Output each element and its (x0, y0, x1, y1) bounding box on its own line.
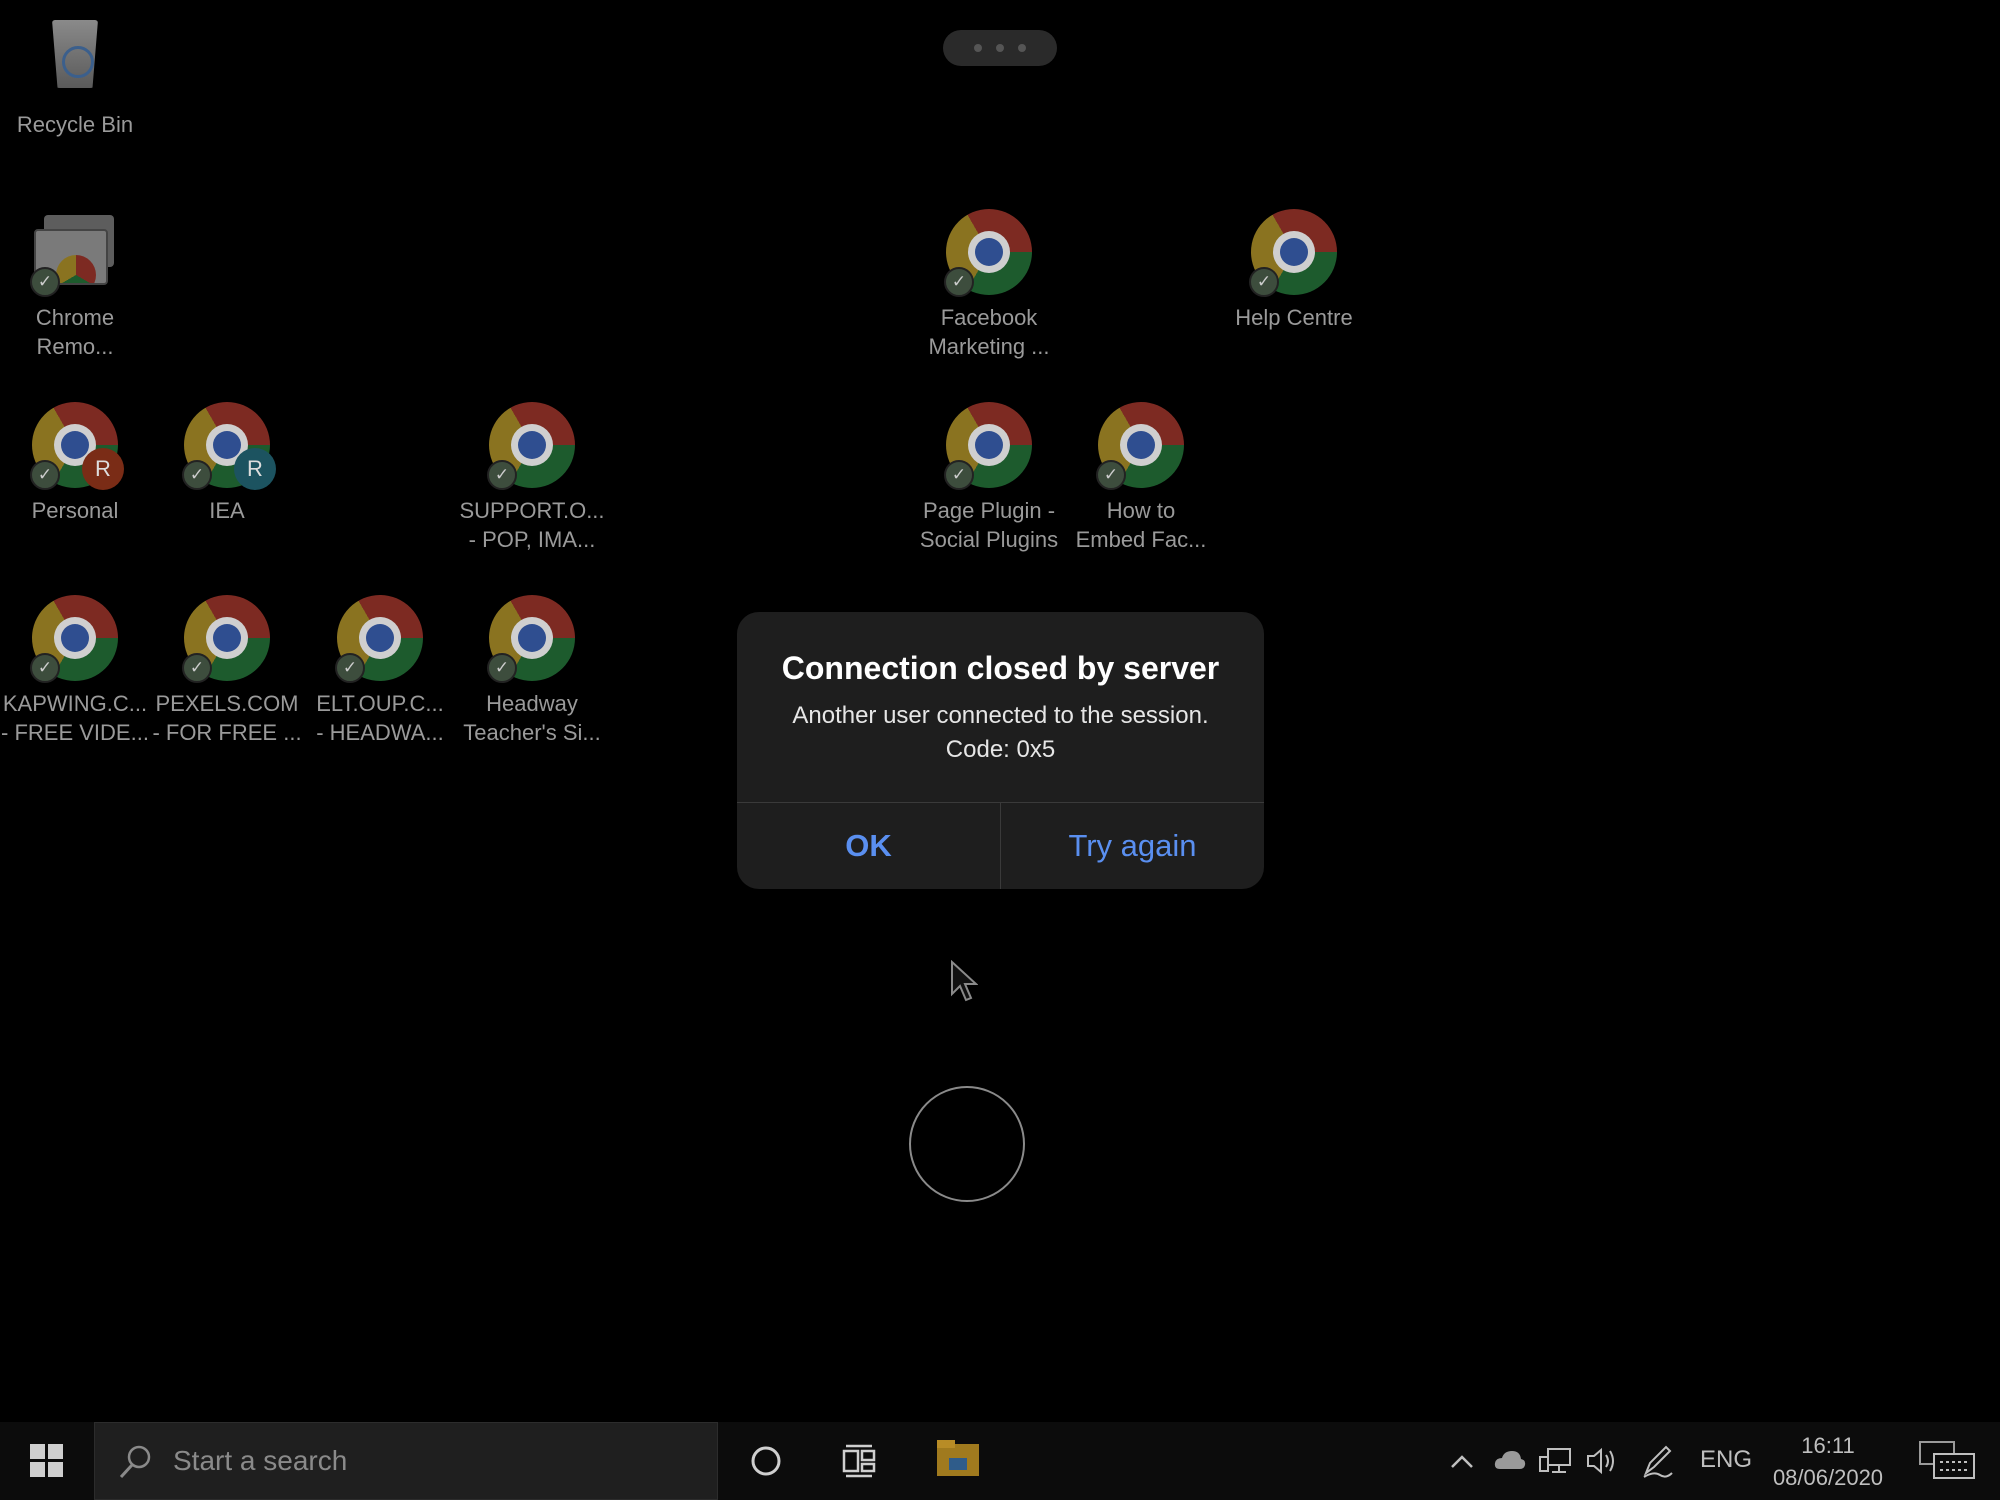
chrome-icon: ✓ (335, 593, 425, 683)
desktop-icon-label: PEXELS.COM - FOR FREE ... (152, 691, 302, 745)
desktop-icon-pexels[interactable]: ✓ PEXELS.COM - FOR FREE ... (152, 593, 302, 747)
desktop-icon-iea[interactable]: ✓ R IEA (152, 400, 302, 525)
desktop-icon-support-oup[interactable]: ✓ SUPPORT.O... - POP, IMA... (457, 400, 607, 554)
sync-check-icon: ✓ (182, 653, 212, 683)
pen-workspace-icon[interactable] (1640, 1439, 1676, 1483)
sync-check-icon: ✓ (944, 267, 974, 297)
sync-check-icon: ✓ (30, 460, 60, 490)
desktop-icon-label: KAPWING.C... - FREE VIDE... (1, 691, 149, 745)
desktop-icon-label: Recycle Bin (16, 112, 134, 137)
network-icon[interactable] (1538, 1439, 1574, 1483)
handle-dot (1018, 44, 1026, 52)
search-box[interactable]: Start a search (94, 1422, 718, 1500)
search-placeholder: Start a search (173, 1445, 348, 1476)
desktop-icon-headway[interactable]: ✓ Headway Teacher's Si... (457, 593, 607, 747)
sync-check-icon: ✓ (1096, 460, 1126, 490)
desktop-icon-label: SUPPORT.O... - POP, IMA... (459, 498, 605, 552)
desktop-icon-chrome-remote[interactable]: ✓ Chrome Remo... (0, 207, 150, 361)
volume-icon[interactable] (1584, 1439, 1620, 1483)
clock-date: 08/06/2020 (1772, 1465, 1884, 1490)
chrome-icon: ✓ (944, 207, 1034, 297)
profile-badge: R (234, 448, 276, 490)
sync-check-icon: ✓ (335, 653, 365, 683)
desktop-icon-label: Chrome Remo... (35, 305, 115, 359)
chrome-icon: ✓ (944, 400, 1034, 490)
session-toolbar-handle[interactable] (943, 30, 1057, 66)
chrome-icon: ✓ (1249, 207, 1339, 297)
desktop-icon-label: Personal (31, 498, 119, 523)
sync-check-icon: ✓ (944, 460, 974, 490)
desktop-icon-label: Facebook Marketing ... (928, 305, 1050, 359)
clock[interactable]: 16:11 08/06/2020 (1770, 1430, 1886, 1494)
chrome-remote-desktop-icon: ✓ (30, 207, 120, 297)
handle-dot (996, 44, 1004, 52)
touch-keyboard-icon[interactable] (1918, 1434, 1978, 1484)
start-button[interactable] (20, 1436, 76, 1486)
desktop-icon-elt-oup[interactable]: ✓ ELT.OUP.C... - HEADWA... (305, 593, 455, 747)
chrome-icon: ✓ (487, 593, 577, 683)
file-explorer-icon[interactable] (935, 1436, 981, 1482)
desktop-icon-page-plugin[interactable]: ✓ Page Plugin - Social Plugins (914, 400, 1064, 554)
desktop-icon-recycle-bin[interactable]: Recycle Bin (0, 14, 150, 139)
chrome-profile-icon: ✓ R (182, 400, 276, 490)
sync-check-icon: ✓ (182, 460, 212, 490)
chrome-icon: ✓ (182, 593, 272, 683)
sync-check-icon: ✓ (30, 653, 60, 683)
desktop-icon-help-centre[interactable]: ✓ Help Centre (1219, 207, 1369, 332)
desktop-icon-facebook-marketing[interactable]: ✓ Facebook Marketing ... (914, 207, 1064, 361)
cortana-icon[interactable] (746, 1439, 786, 1483)
sync-check-icon: ✓ (1249, 267, 1279, 297)
chrome-profile-icon: ✓ R (30, 400, 124, 490)
dialog-message: Another user connected to the session. C… (792, 702, 1209, 763)
touch-indicator-circle (909, 1086, 1025, 1202)
onedrive-cloud-icon[interactable] (1492, 1439, 1528, 1483)
chevron-up-icon[interactable] (1448, 1439, 1476, 1483)
search-icon (119, 1445, 151, 1479)
profile-badge: R (82, 448, 124, 490)
desktop-icon-kapwing[interactable]: ✓ KAPWING.C... - FREE VIDE... (0, 593, 150, 747)
taskbar: Start a search ENG 16:11 08/06/2020 (0, 1422, 2000, 1500)
language-indicator[interactable]: ENG (1700, 1446, 1752, 1474)
mouse-pointer-icon (951, 960, 978, 1002)
recycle-bin-icon (30, 14, 120, 104)
sync-check-icon: ✓ (30, 267, 60, 297)
handle-dot (974, 44, 982, 52)
chrome-icon: ✓ (30, 593, 120, 683)
desktop-icon-label: How to Embed Fac... (1075, 498, 1207, 552)
try-again-button[interactable]: Try again (1001, 803, 1264, 889)
dialog-title: Connection closed by server (781, 650, 1220, 686)
windows-logo-icon (30, 1444, 45, 1459)
chrome-icon: ✓ (487, 400, 577, 490)
sync-check-icon: ✓ (487, 653, 517, 683)
chrome-icon: ✓ (1096, 400, 1186, 490)
desktop-icon-personal[interactable]: ✓ R Personal (0, 400, 150, 525)
desktop-icon-label: Headway Teacher's Si... (463, 691, 601, 745)
clock-time: 16:11 (1801, 1433, 1855, 1458)
desktop-icon-how-to-embed[interactable]: ✓ How to Embed Fac... (1066, 400, 1216, 554)
connection-closed-dialog: Connection closed by server Another user… (737, 612, 1264, 889)
sync-check-icon: ✓ (487, 460, 517, 490)
desktop-icon-label: ELT.OUP.C... - HEADWA... (316, 691, 444, 745)
desktop-icon-label: IEA (209, 498, 245, 523)
task-view-icon[interactable] (840, 1439, 880, 1483)
desktop-icon-label: Help Centre (1235, 305, 1353, 330)
desktop-icon-label: Page Plugin - Social Plugins (919, 498, 1059, 552)
ok-button[interactable]: OK (737, 803, 1001, 889)
dialog-button-row: OK Try again (737, 802, 1264, 889)
